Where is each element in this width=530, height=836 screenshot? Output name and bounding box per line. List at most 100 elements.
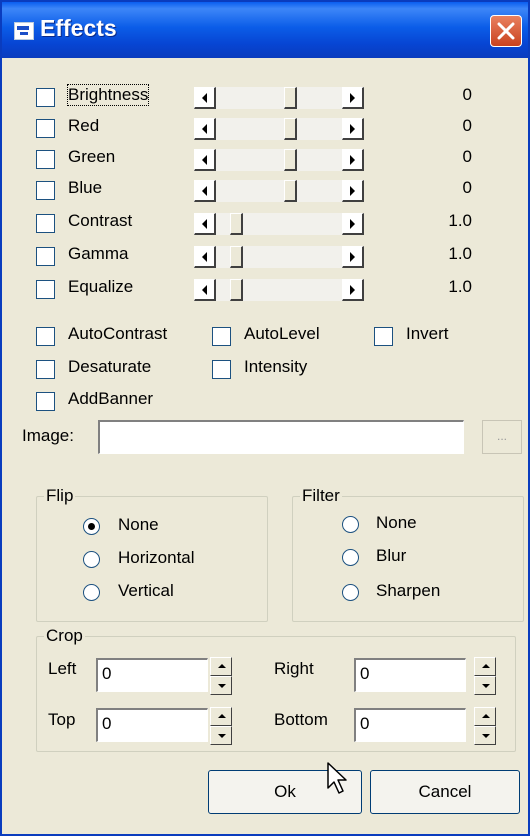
equalize-checkbox[interactable] <box>36 280 55 299</box>
image-path-input[interactable] <box>100 422 463 450</box>
spin-down-button[interactable] <box>474 676 496 695</box>
scroll-left-button[interactable] <box>194 118 216 140</box>
spin-down-button[interactable] <box>474 726 496 745</box>
crop-top-spinner[interactable] <box>210 707 232 745</box>
arrow-left-icon <box>202 155 207 165</box>
scroll-right-button[interactable] <box>342 213 364 235</box>
title-bar[interactable]: Effects <box>2 2 528 58</box>
arrow-left-icon <box>202 186 207 196</box>
spin-up-button[interactable] <box>474 657 496 676</box>
crop-left-label: Left <box>48 659 77 678</box>
red-label: Red <box>68 116 100 135</box>
contrast-value: 1.0 <box>448 211 472 230</box>
red-checkbox[interactable] <box>36 119 55 138</box>
gamma-value: 1.0 <box>448 244 472 263</box>
scroll-right-button[interactable] <box>342 149 364 171</box>
filter-group-title: Filter <box>300 486 342 506</box>
scroll-left-button[interactable] <box>194 213 216 235</box>
addbanner-checkbox[interactable] <box>36 392 55 411</box>
browse-button[interactable]: ... <box>482 420 522 454</box>
slider-thumb[interactable] <box>284 180 297 202</box>
brightness-slider[interactable] <box>194 87 364 109</box>
blue-value: 0 <box>462 178 472 197</box>
gamma-slider[interactable] <box>194 246 364 268</box>
filter-none-radio[interactable] <box>342 516 359 533</box>
red-slider[interactable] <box>194 118 364 140</box>
spin-down-button[interactable] <box>210 676 232 695</box>
gamma-checkbox[interactable] <box>36 247 55 266</box>
slider-thumb[interactable] <box>230 279 243 301</box>
slider-thumb[interactable] <box>284 87 297 109</box>
intensity-checkbox[interactable] <box>212 360 231 379</box>
slider-thumb[interactable] <box>284 118 297 140</box>
spin-up-button[interactable] <box>210 707 232 726</box>
arrow-left-icon <box>202 93 207 103</box>
blue-label: Blue <box>68 178 103 197</box>
close-button[interactable] <box>490 15 522 47</box>
crop-left-field[interactable] <box>96 658 208 692</box>
autocontrast-checkbox[interactable] <box>36 327 55 346</box>
scroll-left-button[interactable] <box>194 87 216 109</box>
arrow-left-icon <box>202 285 207 295</box>
spin-up-button[interactable] <box>210 657 232 676</box>
scroll-right-button[interactable] <box>342 118 364 140</box>
scroll-right-button[interactable] <box>342 87 364 109</box>
brightness-label: Brightness <box>66 84 150 106</box>
scroll-left-button[interactable] <box>194 180 216 202</box>
green-slider[interactable] <box>194 149 364 171</box>
arrow-right-icon <box>350 155 355 165</box>
contrast-slider[interactable] <box>194 213 364 235</box>
blue-slider[interactable] <box>194 180 364 202</box>
scroll-left-button[interactable] <box>194 246 216 268</box>
arrow-up-icon <box>482 664 490 668</box>
invert-checkbox[interactable] <box>374 327 393 346</box>
crop-bottom-input[interactable] <box>356 710 465 738</box>
image-path-field[interactable] <box>98 420 464 454</box>
spin-down-button[interactable] <box>210 726 232 745</box>
crop-left-spinner[interactable] <box>210 657 232 695</box>
cancel-button[interactable]: Cancel <box>370 770 520 814</box>
autolevel-label: AutoLevel <box>244 324 320 343</box>
filter-blur-radio[interactable] <box>342 549 359 566</box>
scroll-left-button[interactable] <box>194 149 216 171</box>
scroll-right-button[interactable] <box>342 279 364 301</box>
desaturate-checkbox[interactable] <box>36 360 55 379</box>
crop-top-input[interactable] <box>98 710 207 738</box>
crop-right-spinner[interactable] <box>474 657 496 695</box>
filter-sharpen-label: Sharpen <box>376 581 441 600</box>
filter-sharpen-radio[interactable] <box>342 584 359 601</box>
crop-right-field[interactable] <box>354 658 466 692</box>
flip-vertical-radio[interactable] <box>83 584 100 601</box>
autolevel-checkbox[interactable] <box>212 327 231 346</box>
green-label: Green <box>68 147 116 166</box>
scroll-left-button[interactable] <box>194 279 216 301</box>
arrow-up-icon <box>482 714 490 718</box>
window-title: Effects <box>40 15 117 41</box>
crop-bottom-field[interactable] <box>354 708 466 742</box>
contrast-checkbox[interactable] <box>36 214 55 233</box>
crop-left-input[interactable] <box>98 660 207 688</box>
image-label: Image: <box>22 426 74 445</box>
green-checkbox[interactable] <box>36 150 55 169</box>
filter-none-label: None <box>376 513 417 532</box>
crop-right-input[interactable] <box>356 660 465 688</box>
crop-top-field[interactable] <box>96 708 208 742</box>
flip-none-radio[interactable] <box>83 518 100 535</box>
scroll-right-button[interactable] <box>342 246 364 268</box>
slider-thumb[interactable] <box>284 149 297 171</box>
blue-checkbox[interactable] <box>36 181 55 200</box>
crop-bottom-spinner[interactable] <box>474 707 496 745</box>
slider-thumb[interactable] <box>230 246 243 268</box>
arrow-right-icon <box>350 219 355 229</box>
flip-group-title: Flip <box>44 486 76 506</box>
spin-up-button[interactable] <box>474 707 496 726</box>
brightness-checkbox[interactable] <box>36 88 55 107</box>
slider-thumb[interactable] <box>230 213 243 235</box>
crop-bottom-label: Bottom <box>274 710 328 729</box>
arrow-left-icon <box>202 219 207 229</box>
intensity-label: Intensity <box>244 357 308 376</box>
flip-horizontal-radio[interactable] <box>83 551 100 568</box>
arrow-down-icon <box>218 734 226 738</box>
equalize-slider[interactable] <box>194 279 364 301</box>
scroll-right-button[interactable] <box>342 180 364 202</box>
